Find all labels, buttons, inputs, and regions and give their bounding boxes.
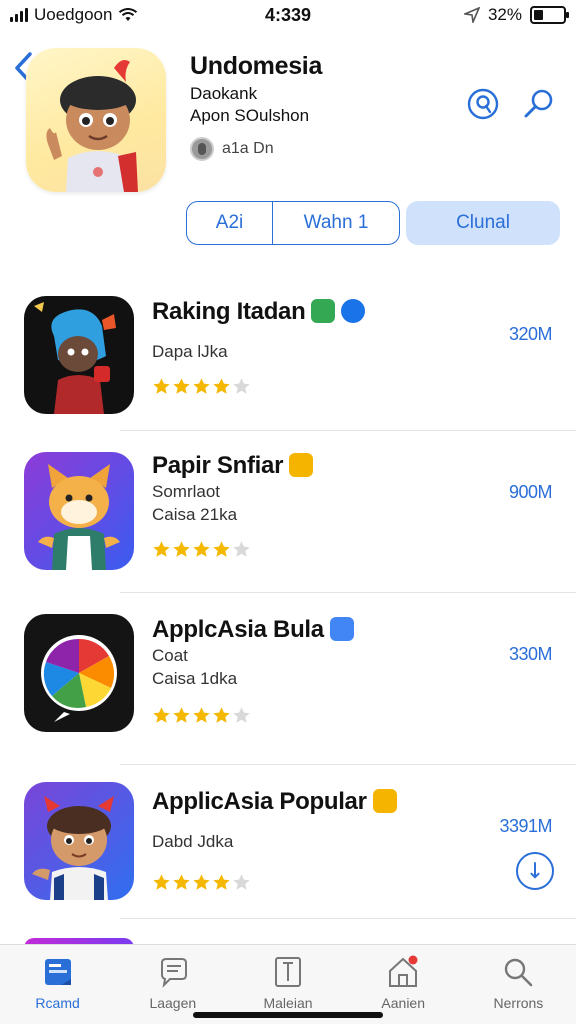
tab-label: Rcamd <box>35 995 80 1011</box>
star-filled-icon <box>173 707 190 723</box>
app-title-text: Papir Snfiar <box>152 452 284 479</box>
star-empty-icon <box>233 378 250 394</box>
app-thumbnail-icon <box>24 296 134 414</box>
header-category: Apon SOulshon <box>190 106 310 125</box>
app-thumbnail-icon <box>24 452 134 570</box>
list-item[interactable]: ApplicAsia Popular Dabd Jdka 3391M <box>0 776 576 936</box>
app-size: 320M <box>508 324 553 344</box>
status-bar: Uoedgoon 4:339 32% <box>0 0 576 30</box>
star-filled-icon <box>153 874 170 890</box>
tab-label: Aanien <box>381 995 425 1011</box>
segment-option-2[interactable]: Wahn 1 <box>273 202 399 244</box>
star-filled-icon <box>173 541 190 557</box>
star-filled-icon <box>173 378 190 394</box>
star-badge-icon <box>372 788 397 813</box>
wifi-icon <box>119 8 138 21</box>
star-filled-icon <box>213 707 230 723</box>
arrow-up-badge-icon <box>289 452 314 477</box>
app-title-text: ApplcAsia Bula <box>152 616 324 643</box>
segment-option-1[interactable]: A2i <box>187 202 273 244</box>
divider <box>120 764 576 765</box>
app-subtitle: Coat <box>152 646 188 665</box>
app-category: Caisa 21ka <box>152 505 238 524</box>
app-size: 900M <box>508 482 553 502</box>
battery-percent: 32% <box>487 5 522 24</box>
app-subtitle: Dabd Jdka <box>152 832 234 851</box>
list-item[interactable]: Papir Snfiar Somrlaot Caisa 21ka 900M <box>0 440 576 600</box>
status-time: 4:339 <box>264 4 312 25</box>
star-filled-icon <box>153 378 170 394</box>
rating-stars <box>152 377 251 396</box>
list-item[interactable]: ApplcAsia Bula Coat Caisa 1dka 330M <box>0 604 576 765</box>
shield-search-icon[interactable] <box>466 87 500 121</box>
star-filled-icon <box>213 378 230 394</box>
app-title: Papir Snfiar <box>152 452 314 480</box>
divider <box>120 592 576 593</box>
list-item[interactable]: Raking Itadan Dapa lJka 320M <box>0 280 576 440</box>
tab-label: Nerrons <box>493 995 544 1011</box>
rating-stars <box>152 873 251 892</box>
expand-badge-icon <box>329 616 354 641</box>
search-icon <box>505 958 533 987</box>
info-badge-icon <box>341 298 366 323</box>
app-subtitle: Dapa lJka <box>152 342 228 361</box>
search-icon[interactable] <box>522 87 556 121</box>
app-title-text: ApplicAsia Popular <box>152 788 367 815</box>
home-icon <box>389 955 418 987</box>
developer-name: a1a Dn <box>222 140 274 157</box>
rating-stars <box>152 706 251 725</box>
battery-icon <box>530 6 569 24</box>
page-title: Undomesia <box>190 52 323 80</box>
download-icon[interactable] <box>516 852 554 890</box>
app-subtitle: Somrlaot <box>152 482 221 501</box>
battery-fill <box>534 10 543 20</box>
book-icon <box>275 957 301 987</box>
today-icon <box>44 959 71 985</box>
rating-stars <box>152 540 251 559</box>
app-mascot-icon <box>26 48 166 192</box>
action-button[interactable]: Clunal <box>406 201 560 245</box>
app-title: Raking Itadan <box>152 298 366 326</box>
star-filled-icon <box>193 874 210 890</box>
divider <box>120 918 576 919</box>
star-filled-icon <box>153 541 170 557</box>
segmented-control: A2i Wahn 1 <box>186 201 400 245</box>
location-arrow-icon <box>463 7 480 23</box>
app-thumbnail-icon <box>24 614 134 732</box>
tab-label: Maleian <box>263 995 313 1011</box>
notification-dot <box>408 955 418 965</box>
tab-search[interactable]: Nerrons <box>461 945 576 1024</box>
verified-badge-icon <box>311 298 336 323</box>
carrier-name: Uoedgoon <box>34 5 113 24</box>
star-filled-icon <box>173 874 190 890</box>
header-subtitle: Daokank <box>190 84 258 103</box>
star-filled-icon <box>153 707 170 723</box>
star-filled-icon <box>213 874 230 890</box>
developer-row[interactable]: a1a Dn <box>190 137 274 161</box>
tab-today[interactable]: Rcamd <box>0 945 115 1024</box>
star-filled-icon <box>193 378 210 394</box>
chat-stack-icon <box>160 958 187 988</box>
app-title-text: Raking Itadan <box>152 298 306 325</box>
developer-avatar-icon <box>190 137 214 161</box>
home-indicator <box>193 1012 383 1018</box>
star-filled-icon <box>193 541 210 557</box>
star-empty-icon <box>233 541 250 557</box>
app-thumbnail-icon <box>24 782 134 900</box>
divider <box>120 430 576 431</box>
tab-label: Laagen <box>149 995 197 1011</box>
app-title: ApplicAsia Popular <box>152 788 397 816</box>
star-empty-icon <box>233 707 250 723</box>
star-empty-icon <box>233 874 250 890</box>
star-filled-icon <box>193 707 210 723</box>
app-title: ApplcAsia Bula <box>152 616 354 644</box>
app-category: Caisa 1dka <box>152 669 238 688</box>
app-size: 3391M <box>499 816 552 836</box>
app-size: 330M <box>508 644 553 664</box>
signal-icon <box>10 8 28 22</box>
star-filled-icon <box>213 541 230 557</box>
